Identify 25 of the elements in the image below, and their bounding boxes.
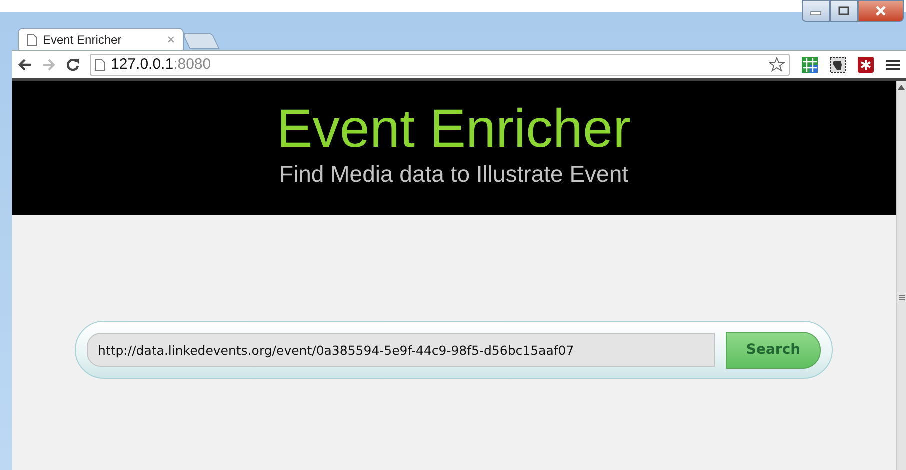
address-bar[interactable]: 127.0.0.1:8080 [90,54,790,76]
grip-icon [899,295,905,301]
reload-icon[interactable] [66,58,80,72]
back-icon[interactable] [18,58,32,70]
scroll-up-icon[interactable] [898,85,905,90]
site-subtitle: Find Media data to Illustrate Event [279,161,629,188]
grid-icon[interactable] [802,56,818,72]
url-input-field[interactable]: http://data.linkedevents.org/event/0a385594-5e9f-44c9-98f5-d56bc15aaf07 [87,333,715,367]
search-button[interactable]: Search [726,332,821,368]
page-icon [95,58,105,70]
minimize-button[interactable] [802,0,830,22]
maximize-button[interactable] [830,0,858,22]
close-icon [875,6,887,16]
page-icon [27,34,37,46]
menu-icon[interactable] [886,58,900,70]
asterisk-icon[interactable] [858,56,874,72]
close-button[interactable] [858,0,904,22]
browser-tab[interactable]: Event Enricher × [18,28,184,50]
star-icon[interactable] [769,56,785,72]
site-title: Event Enricher [276,99,632,159]
scrollbar[interactable] [896,81,906,470]
tab-title: Event Enricher [43,32,123,46]
url-text: 127.0.0.1:8080 [111,56,212,73]
new-tab-button[interactable] [182,33,220,49]
maximize-icon [838,6,850,16]
